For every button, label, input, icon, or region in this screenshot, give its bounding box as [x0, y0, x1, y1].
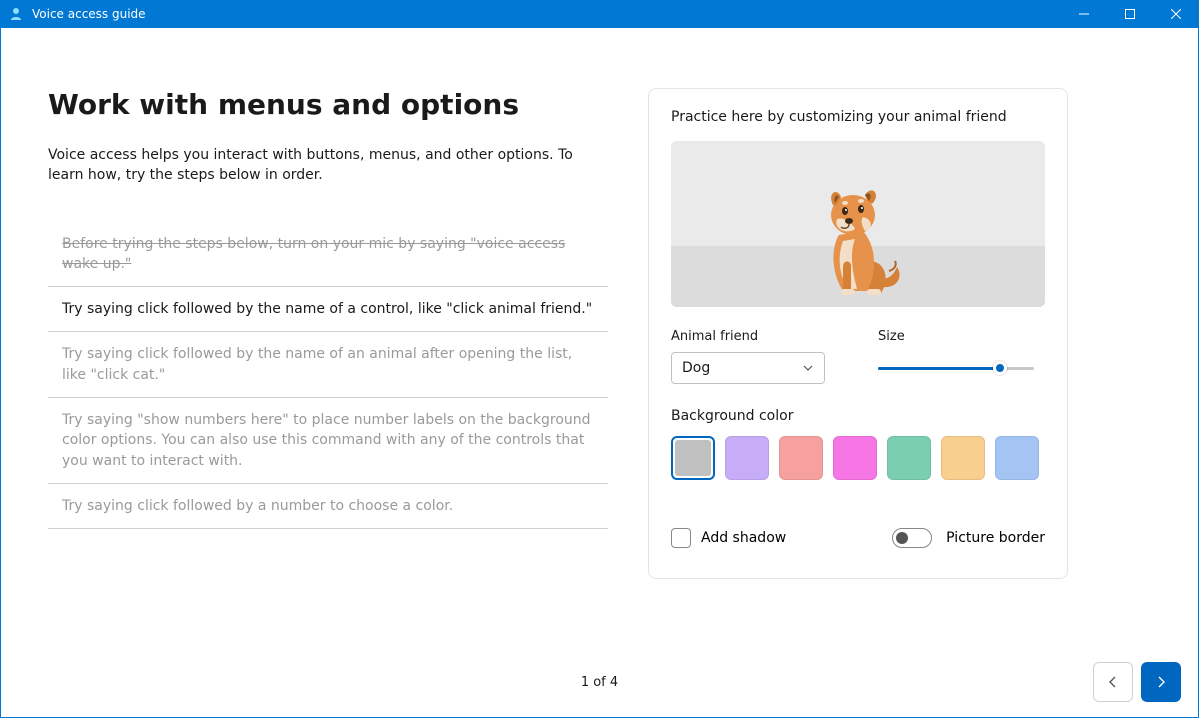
animal-friend-dropdown[interactable]: Dog [671, 352, 825, 384]
animal-friend-label: Animal friend [671, 329, 838, 344]
color-swatch[interactable] [887, 436, 931, 480]
page-heading: Work with menus and options [48, 88, 608, 121]
voice-access-icon [8, 6, 24, 22]
background-color-label: Background color [671, 408, 1045, 424]
close-button[interactable] [1153, 0, 1199, 28]
animal-friend-value: Dog [682, 360, 710, 376]
practice-panel: Practice here by customizing your animal… [648, 88, 1068, 579]
color-swatch[interactable] [941, 436, 985, 480]
picture-border-toggle[interactable] [892, 528, 932, 548]
chevron-down-icon [802, 362, 814, 374]
prev-page-button[interactable] [1093, 662, 1133, 702]
step-item: Try saying click followed by the name of… [48, 287, 608, 332]
size-label: Size [878, 329, 1045, 344]
step-item: Try saying click followed by a number to… [48, 484, 608, 529]
steps-list: Before trying the steps below, turn on y… [48, 222, 608, 530]
picture-border-label: Picture border [946, 530, 1045, 546]
chevron-right-icon [1155, 676, 1167, 688]
step-item: Try saying click followed by the name of… [48, 332, 608, 398]
add-shadow-label: Add shadow [701, 530, 786, 546]
page-intro: Voice access helps you interact with but… [48, 145, 608, 186]
window-title: Voice access guide [32, 7, 146, 21]
animal-preview [671, 141, 1045, 307]
color-swatch[interactable] [725, 436, 769, 480]
practice-title: Practice here by customizing your animal… [671, 109, 1045, 125]
step-item: Before trying the steps below, turn on y… [48, 222, 608, 288]
page-indicator: 1 of 4 [581, 675, 618, 690]
minimize-button[interactable] [1061, 0, 1107, 28]
titlebar: Voice access guide [0, 0, 1199, 28]
color-swatch[interactable] [833, 436, 877, 480]
step-item: Try saying "show numbers here" to place … [48, 398, 608, 484]
next-page-button[interactable] [1141, 662, 1181, 702]
chevron-left-icon [1107, 676, 1119, 688]
size-slider[interactable] [878, 358, 1034, 378]
add-shadow-checkbox[interactable] [671, 528, 691, 548]
color-swatch[interactable] [995, 436, 1039, 480]
color-swatch[interactable] [671, 436, 715, 480]
background-color-swatches [671, 436, 1045, 480]
dog-illustration [803, 177, 913, 307]
color-swatch[interactable] [779, 436, 823, 480]
maximize-button[interactable] [1107, 0, 1153, 28]
